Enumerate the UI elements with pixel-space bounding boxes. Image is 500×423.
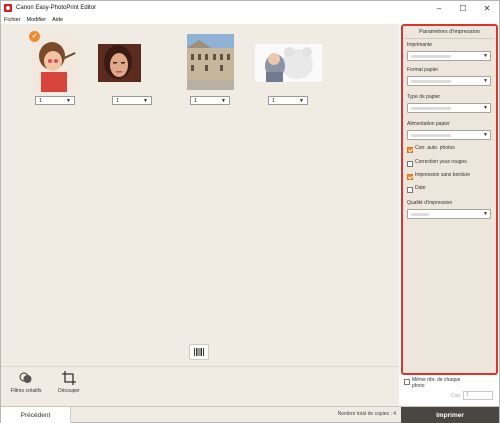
photo-image-4[interactable] — [255, 44, 322, 82]
paper-source-label: Alimentation papier — [407, 121, 450, 127]
print-settings-panel: Paramètres d'impression Imprimante ▼ For… — [401, 24, 498, 375]
crop-label: Découper — [58, 388, 80, 394]
layout-view-button[interactable] — [189, 344, 209, 360]
redeye-checkbox-row[interactable]: Correction yeux rouges — [407, 159, 475, 167]
total-copies-label: Nombre total de copies : 4 — [337, 411, 396, 417]
footer-bar: Précédent Nombre total de copies : 4 Imp… — [1, 406, 499, 423]
paper-type-value — [411, 107, 451, 110]
copies-select-3[interactable]: 1 ▼ — [190, 96, 230, 105]
previous-button[interactable]: Précédent — [1, 407, 71, 423]
menu-help[interactable]: Aide — [52, 17, 63, 23]
chevron-down-icon: ▼ — [143, 98, 148, 104]
chevron-down-icon: ▼ — [483, 53, 488, 59]
menu-file[interactable]: Fichier — [4, 17, 21, 23]
paper-size-value — [411, 80, 451, 83]
copies-label: Cop. — [451, 393, 462, 399]
child-painting-image — [32, 34, 78, 92]
panel-title: Paramètres d'impression — [419, 29, 480, 35]
building-image — [187, 34, 234, 90]
auto-fix-checkbox-row[interactable]: Corr. auto. photos — [407, 145, 475, 153]
date-checkbox[interactable] — [407, 186, 413, 193]
chevron-down-icon: ▼ — [483, 132, 488, 138]
photo-workspace: ✓ 1 ▼ 1 ▼ 1 ▼ 1 ▼ — [1, 24, 399, 366]
close-button[interactable]: ✕ — [475, 1, 499, 15]
photo-image-2[interactable] — [98, 44, 141, 82]
redeye-label: Correction yeux rouges — [415, 159, 467, 165]
printer-value — [411, 55, 451, 58]
divider — [405, 38, 494, 39]
copies-select-1[interactable]: 1 ▼ — [35, 96, 75, 105]
quality-label: Qualité d'impression — [407, 200, 453, 206]
copies-input[interactable]: 1 — [463, 391, 493, 400]
crop-icon — [62, 371, 76, 385]
redeye-checkbox[interactable] — [407, 160, 413, 167]
edit-tools-bar: Filtres créatifs Découper — [1, 366, 399, 406]
date-label: Date — [415, 185, 426, 191]
chevron-down-icon: ▼ — [483, 78, 488, 84]
app-window: Canon Easy-PhotoPrint Editor – ☐ ✕ Fichi… — [0, 0, 500, 423]
printer-label: Imprimante — [407, 42, 433, 48]
chevron-down-icon: ▼ — [221, 98, 226, 104]
chevron-down-icon: ▼ — [66, 98, 71, 104]
paper-source-select[interactable]: ▼ — [407, 130, 491, 140]
copies-select-4[interactable]: 1 ▼ — [268, 96, 308, 105]
copies-select-2[interactable]: 1 ▼ — [112, 96, 152, 105]
chevron-down-icon: ▼ — [299, 98, 304, 104]
barcode-icon — [194, 348, 204, 356]
minimize-button[interactable]: – — [427, 1, 451, 15]
baby-with-bear-image — [255, 44, 322, 82]
print-button[interactable]: Imprimer — [401, 407, 499, 423]
same-number-row[interactable]: Même nbr. de chaque photo — [404, 377, 462, 389]
creative-filters-button[interactable]: Filtres créatifs — [6, 371, 46, 394]
menu-edit[interactable]: Modifier — [27, 17, 47, 23]
paper-size-label: Format papier — [407, 67, 439, 73]
borderless-label: Impression sans bordure — [415, 172, 471, 178]
paper-type-label: Type de papier — [407, 94, 441, 100]
date-checkbox-row[interactable]: Date — [407, 185, 475, 193]
copies-value-1: 1 — [39, 97, 43, 104]
paper-type-select[interactable]: ▼ — [407, 103, 491, 113]
quality-select[interactable]: ▼ — [407, 209, 491, 219]
printer-select[interactable]: ▼ — [407, 51, 491, 61]
photo-image-3[interactable] — [187, 34, 234, 90]
maximize-button[interactable]: ☐ — [451, 1, 475, 15]
auto-fix-checkbox[interactable] — [407, 146, 413, 153]
window-title: Canon Easy-PhotoPrint Editor — [16, 5, 97, 11]
title-bar: Canon Easy-PhotoPrint Editor – ☐ ✕ — [1, 1, 499, 15]
copies-value-2: 1 — [116, 97, 120, 104]
paper-source-value — [411, 134, 451, 137]
same-number-checkbox[interactable] — [404, 378, 410, 385]
auto-fix-label: Corr. auto. photos — [415, 145, 455, 151]
filters-icon — [19, 371, 33, 385]
same-number-label: Même nbr. de chaque photo — [412, 377, 461, 389]
quality-value — [411, 213, 429, 216]
app-logo-icon — [4, 4, 12, 12]
chevron-down-icon: ▼ — [483, 211, 488, 217]
borderless-checkbox-row[interactable]: Impression sans bordure — [407, 172, 475, 180]
paper-size-select[interactable]: ▼ — [407, 76, 491, 86]
window-controls: – ☐ ✕ — [427, 1, 499, 15]
selected-check-icon[interactable]: ✓ — [29, 31, 40, 42]
copies-value-4: 1 — [272, 97, 276, 104]
borderless-checkbox[interactable] — [407, 173, 413, 180]
menu-bar: Fichier Modifier Aide — [1, 15, 499, 24]
photo-image-1[interactable] — [32, 34, 78, 92]
copies-value-3: 1 — [194, 97, 198, 104]
filters-label: Filtres créatifs — [10, 388, 42, 394]
crop-button[interactable]: Découper — [49, 371, 89, 394]
chevron-down-icon: ▼ — [483, 105, 488, 111]
woman-portrait-image — [98, 44, 141, 82]
